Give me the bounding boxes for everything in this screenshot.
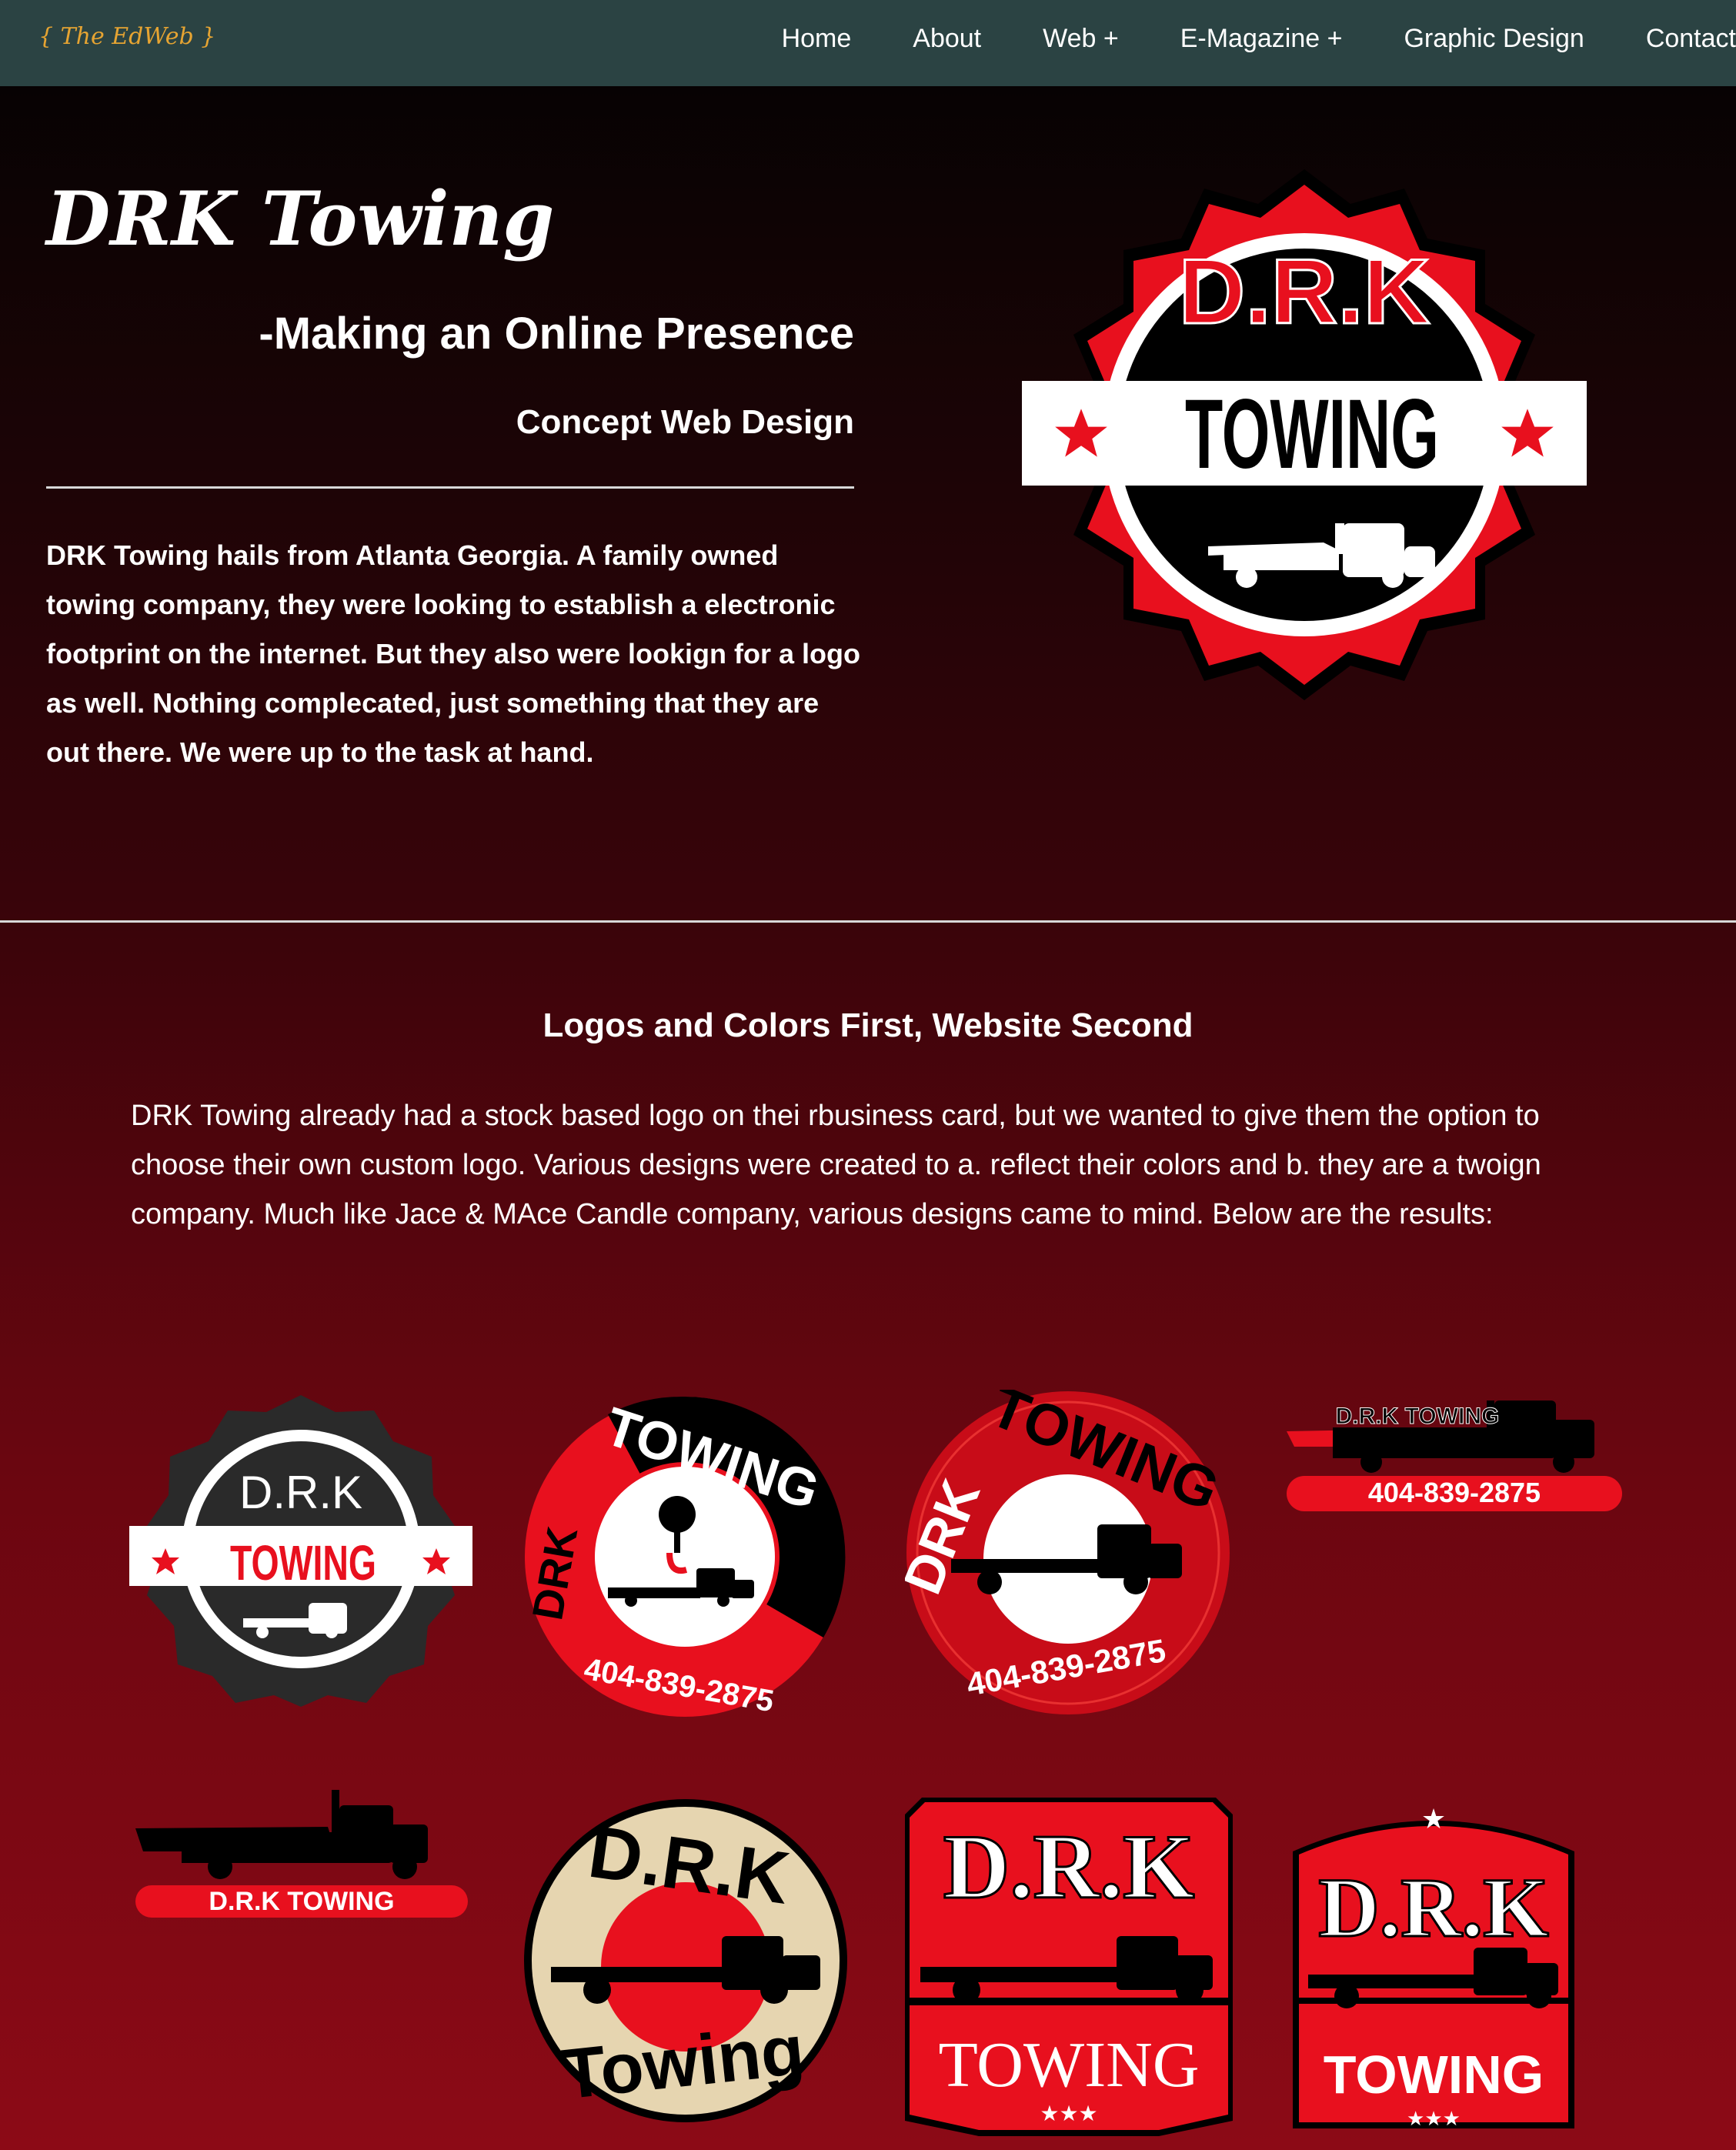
logo4-phone: 404-839-2875 (1368, 1477, 1541, 1508)
top-navbar: { The EdWeb } Home About Web + E-Magazin… (0, 0, 1736, 86)
logo8-star-icon: ★ (1421, 1803, 1446, 1835)
logo7-stars: ★★★ (1040, 2102, 1097, 2125)
logo-cream-circle: D.R.K Towing (520, 1798, 851, 2124)
nav-home[interactable]: Home (782, 23, 852, 54)
nav-about[interactable]: About (913, 23, 981, 54)
logo-truck-phone: D.R.K TOWING 404-839-2875 (1287, 1385, 1622, 1516)
logo-star-badge: ★ D.R.K TOWING ★★★ (1293, 1798, 1574, 2136)
logo-red-shield: D.R.K TOWING ★★★ (905, 1798, 1233, 2136)
hero-badge-drk: D.R.K (1179, 240, 1431, 343)
logo-truck-name: D.R.K TOWING (135, 1790, 471, 1921)
page-title: DRK Towing (46, 175, 555, 262)
page-subtitle-secondary: Concept Web Design (516, 403, 854, 441)
nav-graphic-design[interactable]: Graphic Design (1404, 23, 1584, 54)
page-subtitle: -Making an Online Presence (259, 309, 854, 359)
hero-badge-logo: D.R.K TOWING (1016, 162, 1593, 708)
logo1-drk: D.R.K (239, 1467, 362, 1518)
logo1-towing: TOWING (230, 1535, 376, 1591)
nav-web[interactable]: Web + (1043, 23, 1119, 54)
section-description: DRK Towing already had a stock based log… (131, 1100, 1541, 1230)
logo4-drk-towing: D.R.K TOWING (1336, 1404, 1500, 1429)
logo8-towing: TOWING (1324, 2045, 1544, 2105)
logo7-drk: D.R.K (943, 1815, 1195, 1918)
section-title: Logos and Colors First, Website Second (542, 1007, 1194, 1044)
logo7-towing: TOWING (938, 2029, 1199, 2101)
hero-badge-towing: TOWING (1185, 379, 1439, 489)
logo8-drk: D.R.K (1318, 1861, 1548, 1955)
logo8-stars: ★★★ (1407, 2107, 1461, 2130)
logo5-truck-icon (135, 1790, 428, 1879)
section-divider (0, 920, 1736, 923)
logo-hook-circle: TOWING DRK 404-839-2875 (523, 1391, 846, 1730)
hero-description: DRK Towing hails from Atlanta Georgia. A… (46, 539, 861, 768)
nav-emagazine[interactable]: E-Magazine + (1180, 23, 1343, 54)
nav-menu: Home About Web + E-Magazine + Graphic De… (720, 23, 1736, 54)
logo5-drk-towing: D.R.K TOWING (209, 1887, 394, 1916)
logo-red-circle: TOWING DRK 404-839-2875 (905, 1390, 1231, 1716)
logo-gear-badge: D.R.K TOWING (129, 1391, 472, 1707)
nav-contact[interactable]: Contact (1646, 23, 1736, 54)
hero-divider (46, 486, 854, 489)
site-brand[interactable]: { The EdWeb } (38, 23, 215, 50)
